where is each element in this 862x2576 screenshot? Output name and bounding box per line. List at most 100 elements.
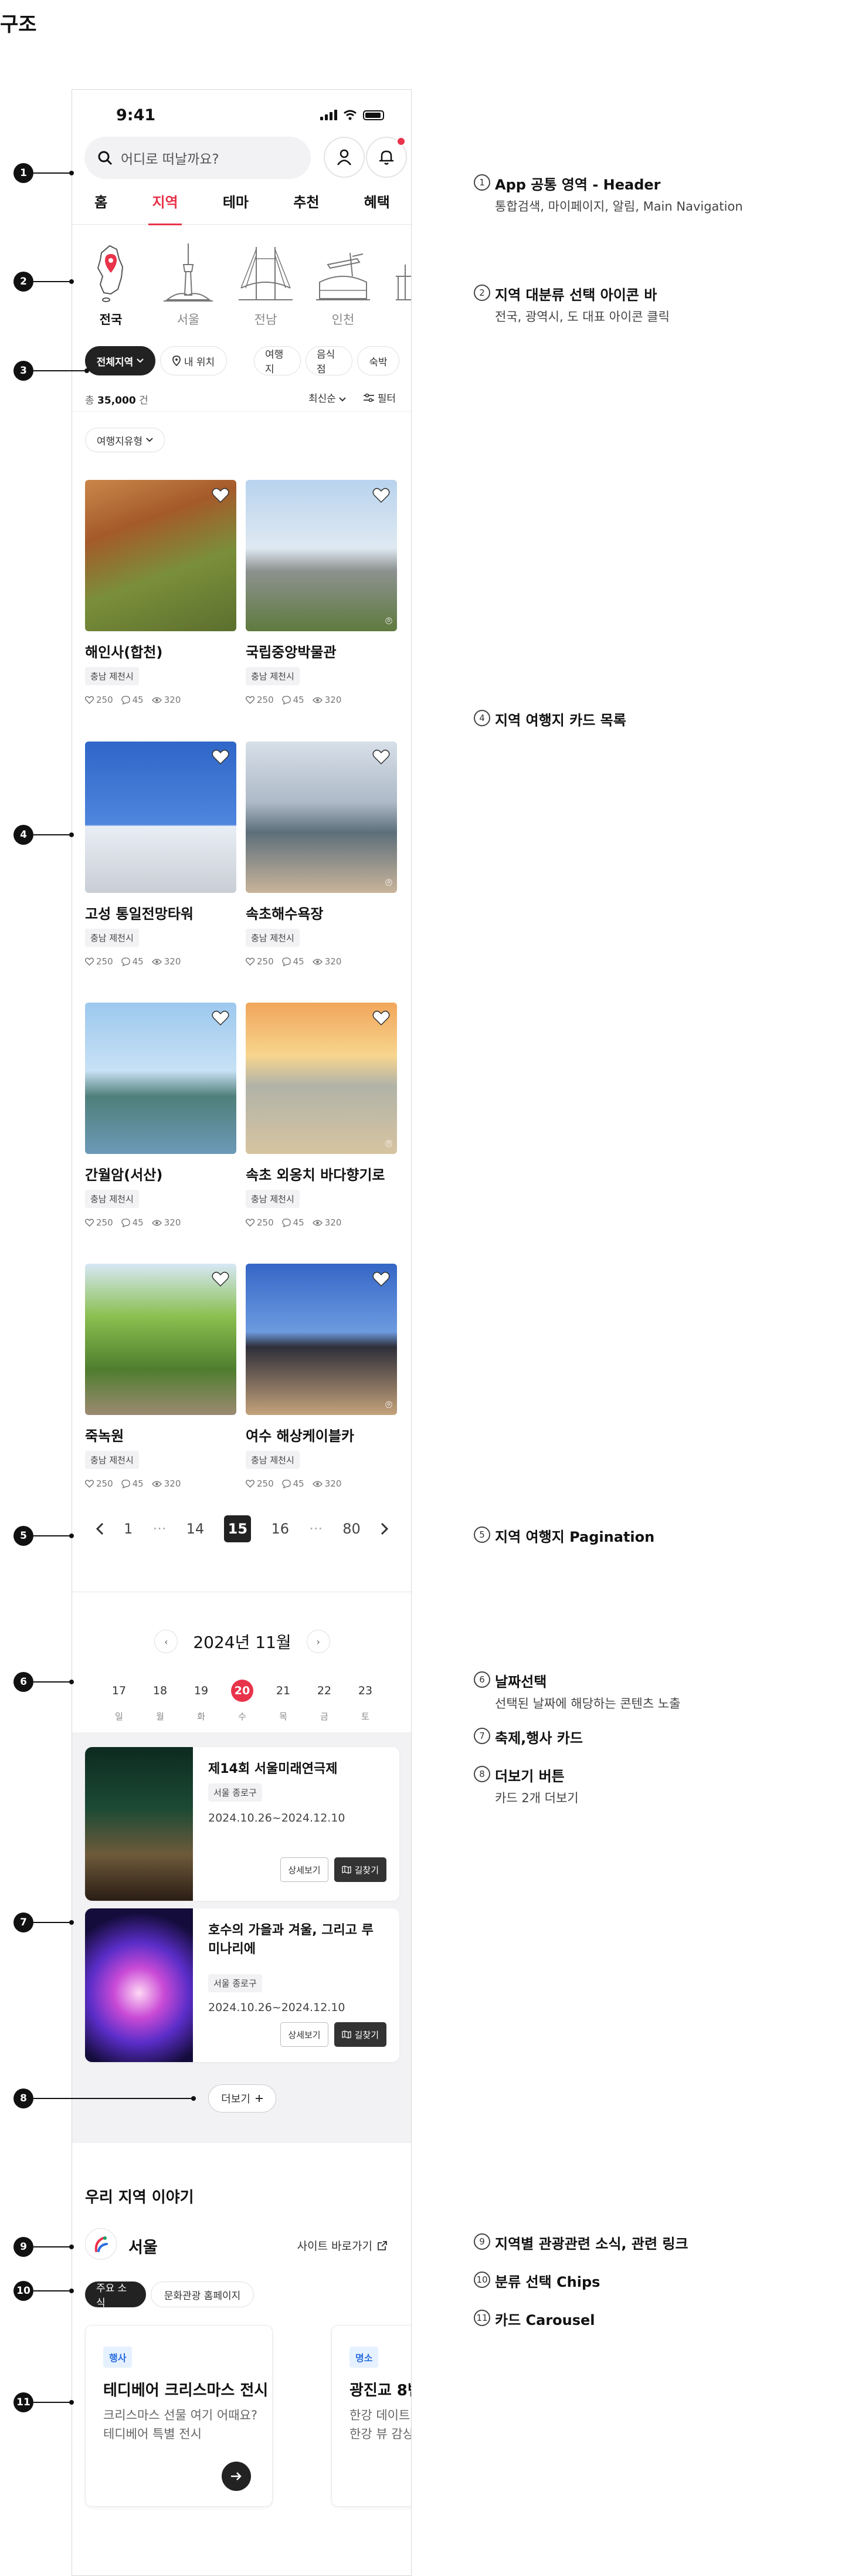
page-last[interactable]: 80 — [342, 1521, 361, 1537]
card-image[interactable]: ⌾ — [246, 742, 397, 893]
story-chip-news[interactable]: 주요 소식 — [85, 2281, 146, 2309]
photo-icon: ⌾ — [385, 1136, 392, 1150]
news-card[interactable]: 명소 광진교 8번가 한강 데이트 한강 뷰 감상 — [331, 2325, 411, 2507]
map-icon — [341, 1866, 351, 1874]
annotation-marker: 1 — [13, 163, 33, 183]
destination-card[interactable]: ⌾ 국립중앙박물관 충남 제천시 250 45 320 — [246, 480, 397, 705]
annotation-number: 9 — [474, 2233, 490, 2250]
nav-item-region[interactable]: 지역 — [148, 191, 182, 225]
card-location: 충남 제천시 — [246, 667, 300, 685]
prev-month-button[interactable]: ‹ — [154, 1630, 178, 1653]
like-icon — [246, 1218, 254, 1227]
prev-page-icon[interactable] — [96, 1522, 104, 1535]
filter-button[interactable]: 필터 — [364, 390, 396, 405]
destination-card[interactable]: 죽녹원 충남 제천시 250 45 320 — [85, 1264, 236, 1489]
search-input[interactable]: 어디로 떠날까요? — [84, 137, 311, 179]
annotation-marker: 10 — [13, 2281, 33, 2301]
next-month-button[interactable]: › — [306, 1630, 330, 1653]
story-chip-homepage[interactable]: 문화관광 홈페이지 — [151, 2281, 254, 2307]
calendar-day[interactable]: 18 월 — [148, 1680, 172, 1722]
like-count: 250 — [257, 956, 274, 967]
category-chip-restaurant[interactable]: 음식점 — [306, 346, 352, 375]
calendar-day[interactable]: 20 수 — [230, 1680, 254, 1722]
photo-icon: ⌾ — [385, 614, 392, 628]
card-image[interactable]: ⌾ — [246, 1264, 397, 1415]
calendar-day[interactable]: 21 목 — [272, 1680, 295, 1722]
destination-card[interactable]: 해인사(합천) 충남 제천시 250 45 320 — [85, 480, 236, 705]
annotation-item: 8 더보기 버튼 카드 2개 더보기 — [474, 1765, 579, 1806]
sort-dropdown[interactable]: 최신순 — [308, 390, 347, 405]
wifi-icon — [344, 110, 357, 120]
notification-button[interactable] — [366, 137, 407, 178]
category-chip-attraction[interactable]: 여행지 — [254, 346, 301, 375]
category-chip-lodging[interactable]: 숙박 — [357, 346, 399, 375]
heart-icon[interactable] — [212, 487, 229, 503]
card-image[interactable] — [85, 480, 236, 631]
my-location-chip[interactable]: 내 위치 — [160, 346, 227, 375]
nav-item-home[interactable]: 홈 — [91, 191, 111, 225]
calendar-day[interactable]: 23 토 — [354, 1680, 377, 1722]
card-title: 간월암(서산) — [85, 1167, 163, 1183]
annotation-dot — [69, 2400, 74, 2405]
calendar-day[interactable]: 19 화 — [189, 1680, 213, 1722]
calendar-day[interactable]: 22 금 — [313, 1680, 336, 1722]
total-number: 35,000 — [97, 395, 136, 407]
region-chip-label: 전체지역 — [96, 356, 134, 368]
heart-icon[interactable] — [372, 1271, 390, 1287]
mypage-button[interactable] — [324, 137, 365, 178]
nav-item-benefit[interactable]: 혜택 — [361, 191, 393, 225]
destination-card[interactable]: 고성 통일전망타워 충남 제천시 250 45 320 — [85, 742, 236, 967]
route-button[interactable]: 길찾기 — [334, 2022, 386, 2047]
card-image[interactable] — [85, 742, 236, 893]
arrow-right-button[interactable] — [222, 2462, 251, 2491]
detail-button[interactable]: 상세보기 — [280, 1857, 328, 1882]
nav-item-theme[interactable]: 테마 — [219, 191, 252, 225]
region-item-incheon[interactable]: 인천 — [316, 241, 370, 328]
more-button[interactable]: 더보기 — [208, 2084, 276, 2113]
heart-icon[interactable] — [372, 487, 390, 503]
card-image[interactable] — [85, 1003, 236, 1154]
route-button[interactable]: 길찾기 — [334, 1857, 386, 1882]
card-image[interactable] — [85, 1264, 236, 1415]
nav-item-recommend[interactable]: 추천 — [290, 191, 323, 225]
annotation-marker: 3 — [13, 361, 33, 381]
card-stats: 250 45 320 — [85, 1478, 236, 1489]
heart-icon[interactable] — [212, 1010, 229, 1026]
weekday: 토 — [361, 1711, 369, 1722]
heart-icon[interactable] — [372, 749, 390, 765]
destination-card[interactable]: 간월암(서산) 충남 제천시 250 45 320 — [85, 1003, 236, 1228]
next-page-icon[interactable] — [381, 1522, 389, 1535]
type-select-chip[interactable]: 여행지유형 — [85, 428, 165, 452]
region-item-jeonnam[interactable]: 전남 — [239, 241, 293, 328]
calendar-day[interactable]: 17 일 — [107, 1680, 131, 1722]
annotation-number: 7 — [474, 1728, 490, 1744]
page-number[interactable]: 14 — [186, 1521, 205, 1537]
card-image[interactable]: ⌾ — [246, 480, 397, 631]
festival-card[interactable]: 호수의 가을과 겨울, 그리고 루미나리에 서울 종로구 2024.10.26~… — [85, 1908, 399, 2062]
festival-card[interactable]: 제14회 서울미래연극제 서울 종로구 2024.10.26~2024.12.1… — [85, 1747, 399, 1901]
annotation-title: 지역 여행지 카드 목록 — [495, 712, 626, 729]
region-item-more[interactable] — [393, 241, 411, 328]
heart-icon[interactable] — [212, 749, 229, 765]
card-stats: 250 45 320 — [246, 956, 397, 967]
card-image[interactable]: ⌾ — [246, 1003, 397, 1154]
site-link[interactable]: 사이트 바로가기 — [297, 2238, 388, 2253]
day-number: 17 — [111, 1684, 127, 1697]
destination-card[interactable]: ⌾ 속초해수욕장 충남 제천시 250 45 320 — [246, 742, 397, 967]
region-item-seoul[interactable]: 서울 — [161, 241, 215, 328]
news-card[interactable]: 행사 테디베어 크리스마스 전시 크리스마스 선물 여기 어때요? 테디베어 특… — [85, 2325, 273, 2507]
region-item-nationwide[interactable]: 전국 — [84, 241, 138, 328]
bell-icon — [379, 150, 394, 165]
total-count: 총 35,000 건 — [85, 395, 148, 407]
festival-poster — [85, 1908, 193, 2062]
page-number[interactable]: 16 — [272, 1521, 290, 1537]
region-select-chip[interactable]: 전체지역 — [85, 346, 155, 375]
destination-card[interactable]: ⌾ 여수 해상케이블카 충남 제천시 250 45 320 — [246, 1264, 397, 1489]
heart-icon[interactable] — [372, 1010, 390, 1026]
status-time: 9:41 — [116, 106, 156, 124]
destination-card[interactable]: ⌾ 속초 외옹치 바다향기로 충남 제천시 250 45 320 — [246, 1003, 397, 1228]
detail-button[interactable]: 상세보기 — [280, 2022, 328, 2047]
page-first[interactable]: 1 — [124, 1521, 133, 1537]
heart-icon[interactable] — [212, 1271, 229, 1287]
page-current[interactable]: 15 — [224, 1515, 252, 1542]
